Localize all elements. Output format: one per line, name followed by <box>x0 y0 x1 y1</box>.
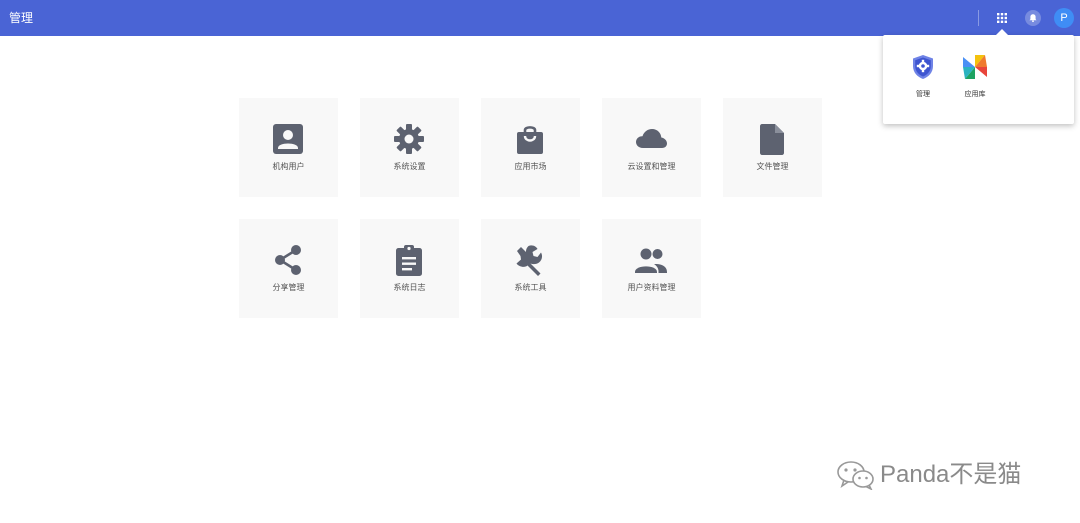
app-item-label: 管理 <box>916 90 930 98</box>
wechat-icon <box>836 460 876 491</box>
cloud-icon <box>634 122 668 156</box>
page-title: 管理 <box>9 11 34 25</box>
tile-label: 系统设置 <box>393 162 426 171</box>
tile-label: 分享管理 <box>272 283 305 292</box>
header-divider <box>978 10 979 26</box>
tile-file-management[interactable]: 文件管理 <box>723 98 822 197</box>
gear-icon <box>392 122 426 156</box>
tile-label: 应用市场 <box>514 162 547 171</box>
file-icon <box>755 122 789 156</box>
app-item-admin[interactable]: 管理 <box>901 53 945 99</box>
top-bar: 管理 P <box>0 0 1080 36</box>
watermark-text: Panda不是猫 <box>880 461 1022 488</box>
app-item-label: 应用库 <box>964 90 986 98</box>
people-icon <box>634 243 668 277</box>
tile-label: 机构用户 <box>272 162 305 171</box>
tile-system-settings[interactable]: 系统设置 <box>360 98 459 197</box>
app-switcher-popup: 管理 应用库 <box>883 29 1074 124</box>
account-box-icon <box>271 122 305 156</box>
tile-share-management[interactable]: 分享管理 <box>239 219 338 318</box>
tile-label: 系统工具 <box>514 283 547 292</box>
wrench-icon <box>513 243 547 277</box>
tile-system-tools[interactable]: 系统工具 <box>481 219 580 318</box>
shield-gear-icon <box>909 53 937 81</box>
popup-caret <box>996 29 1008 35</box>
tile-org-users[interactable]: 机构用户 <box>239 98 338 197</box>
tile-label: 用户资料管理 <box>627 283 676 292</box>
tile-label: 系统日志 <box>393 283 426 292</box>
apps-grid-icon[interactable] <box>994 10 1010 26</box>
bell-icon[interactable] <box>1025 10 1041 26</box>
avatar[interactable]: P <box>1054 8 1074 28</box>
pinwheel-icon <box>961 53 989 81</box>
clipboard-icon <box>392 243 426 277</box>
tile-label: 云设置和管理 <box>627 162 676 171</box>
app-item-app-library[interactable]: 应用库 <box>953 53 997 99</box>
tile-app-market[interactable]: 应用市场 <box>481 98 580 197</box>
share-icon <box>271 243 305 277</box>
shopping-bag-icon <box>513 122 547 156</box>
tile-system-logs[interactable]: 系统日志 <box>360 219 459 318</box>
tile-cloud-settings[interactable]: 云设置和管理 <box>602 98 701 197</box>
tile-user-profile-management[interactable]: 用户资料管理 <box>602 219 701 318</box>
tile-label: 文件管理 <box>756 162 789 171</box>
